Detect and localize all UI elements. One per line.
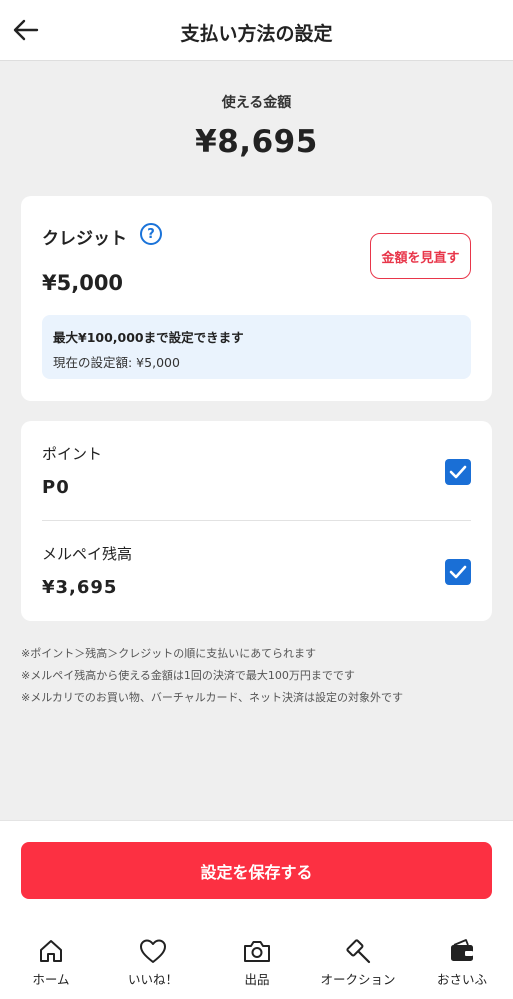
merpay-balance-checkbox[interactable] [445, 559, 471, 585]
note-item: ※メルペイ残高から使える金額は1回の決済で最大100万円までです [21, 669, 355, 682]
header: 支払い方法の設定 [0, 0, 513, 61]
heart-icon [140, 939, 166, 963]
note-item: ※メルカリでのお買い物、バーチャルカード、ネット決済は設定の対象外です [21, 691, 404, 704]
balance-section: ポイント P0 メルペイ残高 ¥3,695 [21, 421, 492, 621]
bottom-area: 設定を保存する ホーム いいね！ 出品 オークション おさいふ [0, 820, 513, 999]
page-title: 支払い方法の設定 [180, 23, 333, 45]
nav-likes[interactable]: いいね！ [108, 935, 198, 988]
note-item: ※ポイント＞残高＞クレジットの順に支払いにあてられます [21, 647, 316, 660]
home-icon [40, 940, 62, 962]
points-checkbox[interactable] [445, 459, 471, 485]
nav-auction-label: オークション [320, 972, 396, 987]
review-amount-button[interactable]: 金額を見直す [370, 233, 471, 279]
divider [42, 520, 471, 521]
credit-card-section: クレジット ? 金額を見直す ¥5,000 最大¥100,000まで設定できます… [21, 196, 492, 401]
nav-auction[interactable]: オークション [313, 935, 403, 988]
points-value: P0 [42, 477, 70, 498]
notes: ※ポイント＞残高＞クレジットの順に支払いにあてられます ※メルペイ残高から使える… [21, 643, 492, 709]
credit-label: クレジット [42, 229, 127, 249]
nav-home[interactable]: ホーム [6, 935, 96, 988]
wallet-icon [451, 939, 473, 961]
credit-info-box: 最大¥100,000まで設定できます 現在の設定額: ¥5,000 [42, 315, 471, 379]
nav-wallet-label: おさいふ [436, 972, 487, 987]
nav-wallet[interactable]: おさいふ [417, 935, 507, 988]
nav-home-label: ホーム [32, 972, 70, 987]
points-label: ポイント [42, 445, 103, 463]
gavel-icon [346, 939, 371, 964]
nav-likes-label: いいね！ [127, 972, 178, 987]
check-icon [449, 465, 467, 479]
credit-amount: ¥5,000 [42, 271, 124, 295]
check-icon [449, 565, 467, 579]
available-amount-label: 使える金額 [221, 95, 292, 111]
save-settings-button[interactable]: 設定を保存する [21, 842, 492, 899]
merpay-balance-label: メルペイ残高 [42, 545, 133, 563]
merpay-balance-value: ¥3,695 [42, 577, 118, 598]
nav-sell-label: 出品 [244, 972, 270, 987]
camera-icon [244, 941, 270, 962]
credit-max-text: 最大¥100,000まで設定できます [53, 330, 244, 345]
credit-current-text: 現在の設定額: ¥5,000 [53, 355, 180, 370]
available-amount-value: ¥8,695 [195, 124, 318, 160]
nav-sell[interactable]: 出品 [212, 935, 302, 988]
help-icon[interactable]: ? [140, 223, 162, 245]
